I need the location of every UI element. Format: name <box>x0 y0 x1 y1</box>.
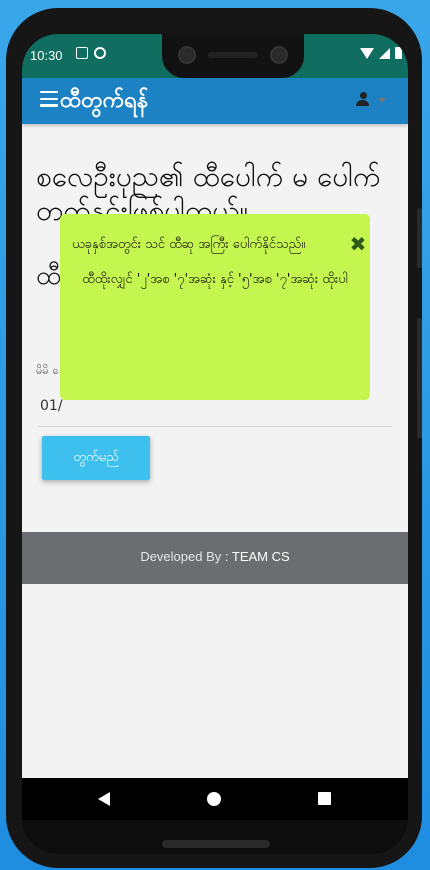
status-time: 10:30 <box>30 48 63 63</box>
calculate-button[interactable]: တွက်မည် <box>42 436 150 480</box>
phone-frame: 10:30 ထီတွက်ရန် စလေဦးပုည၏ ထီပေါက် မ ပေါက… <box>6 8 422 868</box>
input-underline <box>38 426 392 427</box>
status-icons-right <box>360 47 402 59</box>
footer-text: Developed By : TEAM CS <box>22 549 408 564</box>
user-icon[interactable] <box>356 92 370 106</box>
battery-icon <box>395 47 402 59</box>
wifi-icon <box>360 47 374 59</box>
camera-notch <box>162 34 304 78</box>
sync-icon <box>94 47 106 59</box>
menu-icon[interactable] <box>40 91 58 107</box>
bottom-speaker <box>162 840 270 848</box>
camera-icon <box>178 46 196 64</box>
volume-button <box>417 318 422 438</box>
home-icon[interactable] <box>207 792 221 806</box>
phone-screen: 10:30 ထီတွက်ရန် စလေဦးပုည၏ ထီပေါက် မ ပေါက… <box>22 34 408 854</box>
footer-team: TEAM CS <box>231 549 290 564</box>
popup-detail: ထီထိုးလျှင် '၂'အစ '၇'အဆုံး နှင့် '၅'အစ '… <box>82 272 348 287</box>
footer-prefix: Developed By : <box>140 549 229 564</box>
footer: Developed By : TEAM CS <box>22 532 408 584</box>
camera-icon <box>270 46 288 64</box>
earpiece <box>208 52 258 58</box>
app-title: ထီတွက်ရန် <box>60 88 149 113</box>
date-input[interactable]: 01/ <box>40 398 63 414</box>
chevron-down-icon[interactable] <box>378 98 386 103</box>
recents-icon[interactable] <box>318 792 331 805</box>
notification-icon <box>76 47 88 59</box>
back-icon[interactable] <box>98 792 110 806</box>
status-icons-left <box>76 47 106 59</box>
close-icon[interactable]: ✖ <box>348 234 368 254</box>
page-heading-partial: ထီ <box>36 261 62 291</box>
result-popup: ယခုနှစ်အတွင်း သင် ထီဆု အကြီး ပေါက်နိုင်သ… <box>60 214 370 400</box>
power-button <box>417 208 422 268</box>
signal-icon <box>379 47 390 59</box>
app-screen: ထီတွက်ရန် စလေဦးပုည၏ ထီပေါက် မ ပေါက် တက်န… <box>22 78 408 778</box>
popup-message: ယခုနှစ်အတွင်း သင် ထီဆု အကြီး ပေါက်နိုင်သ… <box>72 237 306 252</box>
system-nav-bar <box>22 778 408 820</box>
app-bar: ထီတွက်ရန် <box>22 78 408 124</box>
